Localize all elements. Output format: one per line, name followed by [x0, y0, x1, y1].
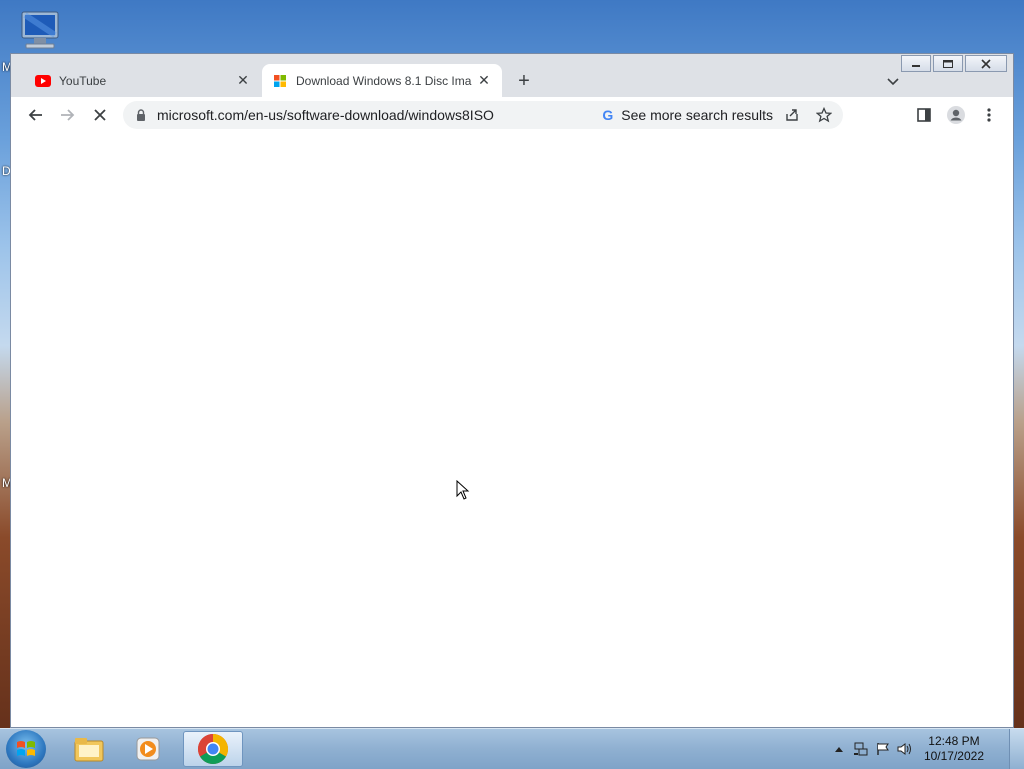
- tab-search-chevron-icon[interactable]: [883, 72, 903, 92]
- lock-icon[interactable]: [133, 107, 149, 123]
- forward-button[interactable]: [55, 102, 81, 128]
- close-tab-icon[interactable]: ✕: [474, 71, 494, 91]
- page-content: [11, 133, 1013, 727]
- browser-window: YouTube ✕ Download Windows 8.1 Disc Ima …: [10, 53, 1014, 728]
- show-desktop-button[interactable]: [1009, 729, 1024, 769]
- clock-date: 10/17/2022: [923, 749, 984, 763]
- browser-toolbar: microsoft.com/en-us/software-download/wi…: [11, 97, 1013, 133]
- start-button[interactable]: [6, 730, 46, 768]
- bookmark-star-icon[interactable]: [811, 102, 837, 128]
- share-icon[interactable]: [779, 102, 805, 128]
- profile-avatar-icon[interactable]: [943, 102, 969, 128]
- tab-title: Download Windows 8.1 Disc Ima: [296, 73, 472, 88]
- search-results-label: See more search results: [621, 107, 773, 123]
- clock-time: 12:48 PM: [928, 734, 980, 748]
- taskbar: 12:48 PM 10/17/2022: [0, 728, 1024, 769]
- media-player-taskbar-icon[interactable]: [120, 731, 176, 767]
- close-tab-icon[interactable]: ✕: [233, 71, 253, 91]
- back-button[interactable]: [22, 102, 48, 128]
- system-tray: 12:48 PM 10/17/2022: [828, 729, 984, 769]
- tab-youtube[interactable]: YouTube ✕: [25, 64, 261, 97]
- side-panel-icon[interactable]: [911, 102, 937, 128]
- stop-loading-button[interactable]: [87, 102, 113, 128]
- file-explorer-taskbar-icon[interactable]: [61, 731, 117, 767]
- chrome-taskbar-icon[interactable]: [183, 731, 243, 767]
- network-icon[interactable]: [850, 739, 872, 759]
- google-icon: G: [602, 107, 614, 123]
- show-hidden-icons-arrow-icon[interactable]: [828, 739, 850, 759]
- address-bar[interactable]: microsoft.com/en-us/software-download/wi…: [123, 101, 843, 129]
- menu-kebab-icon[interactable]: [976, 102, 1002, 128]
- mouse-cursor-icon: [456, 479, 470, 505]
- microsoft-icon: [272, 73, 288, 89]
- clock[interactable]: 12:48 PM 10/17/2022: [924, 734, 984, 764]
- tab-download-windows[interactable]: Download Windows 8.1 Disc Ima ✕: [262, 64, 502, 97]
- url-text[interactable]: microsoft.com/en-us/software-download/wi…: [157, 107, 602, 123]
- action-center-flag-icon[interactable]: [872, 739, 894, 759]
- new-tab-button[interactable]: +: [513, 70, 535, 92]
- tab-title: YouTube: [59, 73, 107, 88]
- youtube-icon: [35, 73, 51, 89]
- tab-strip: YouTube ✕ Download Windows 8.1 Disc Ima …: [11, 64, 1013, 97]
- search-results-chip[interactable]: G See more search results: [602, 107, 773, 123]
- computer-desktop-icon[interactable]: [14, 8, 64, 54]
- volume-icon[interactable]: [894, 739, 916, 759]
